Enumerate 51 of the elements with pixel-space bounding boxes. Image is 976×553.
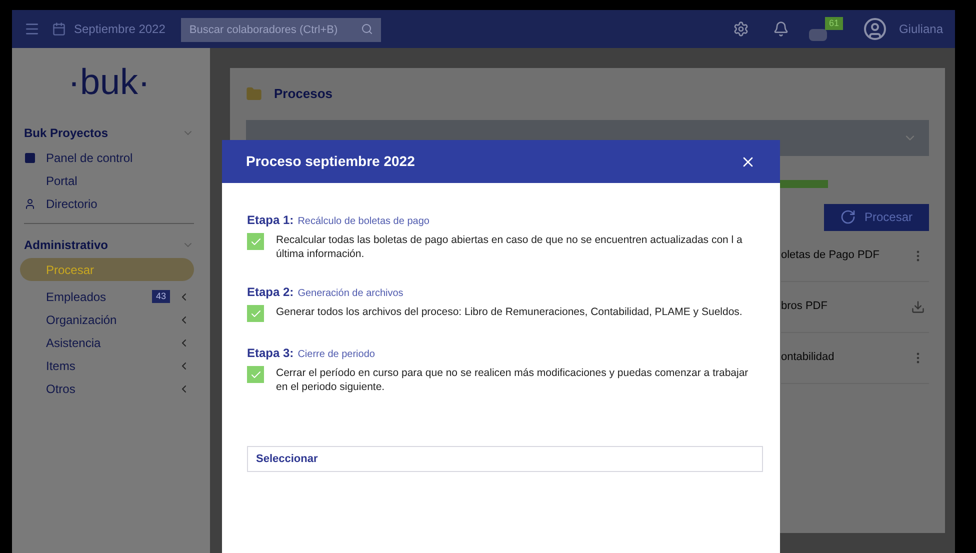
checkbox[interactable] bbox=[247, 366, 264, 383]
stage-label: Etapa 1: bbox=[247, 212, 294, 229]
check-icon bbox=[250, 368, 262, 380]
page-title: Procesos bbox=[274, 85, 333, 103]
period-label[interactable]: Septiembre 2022 bbox=[74, 20, 166, 38]
sidebar-item[interactable]: Asistencia bbox=[24, 331, 194, 354]
check-icon bbox=[250, 308, 262, 320]
stage-label: Etapa 3: bbox=[247, 345, 294, 362]
sidebar-item[interactable]: Otros bbox=[24, 377, 194, 400]
search-icon bbox=[361, 23, 374, 35]
sidebar-item[interactable]: Organización bbox=[24, 308, 194, 331]
checkbox[interactable] bbox=[247, 305, 264, 322]
file-row[interactable]: bros PDF bbox=[781, 282, 929, 332]
dashboard-icon bbox=[24, 152, 36, 164]
stage-description: Recalcular todas las boletas de pago abiertas en caso de que no se encuentren actualizadas con l a última información. bbox=[276, 233, 744, 261]
search-field[interactable]: Buscar colaboradores (Ctrl+B) bbox=[181, 18, 382, 42]
download-icon[interactable] bbox=[911, 300, 925, 314]
stage-label: Etapa 2: bbox=[247, 284, 294, 301]
logo: ·buk· bbox=[68, 64, 150, 100]
sidebar-item[interactable]: Empleados 43 bbox=[24, 285, 194, 308]
checkbox[interactable] bbox=[247, 233, 264, 250]
stage-name: Cierre de periodo bbox=[298, 348, 375, 362]
sidebar-item[interactable]: Directorio bbox=[24, 192, 194, 215]
notification-badge: 61 bbox=[824, 17, 843, 30]
stage-description: Generar todos los archivos del proceso: Libro de Remuneraciones, Contabilidad, PLAME y Sueldos. bbox=[276, 305, 744, 319]
check-icon bbox=[250, 236, 262, 248]
select-button[interactable]: Seleccionar bbox=[247, 446, 763, 472]
file-row[interactable]: ontabilidad bbox=[781, 332, 929, 384]
calendar-icon bbox=[52, 22, 66, 36]
sidebar-item[interactable]: Portal bbox=[24, 169, 194, 192]
person-icon bbox=[24, 198, 36, 210]
sidebar-item[interactable]: Procesar bbox=[20, 258, 194, 281]
avatar-icon[interactable] bbox=[862, 17, 887, 41]
process-button[interactable]: Procesar bbox=[824, 204, 929, 230]
app-icon[interactable] bbox=[808, 29, 827, 41]
user-name[interactable]: Giuliana bbox=[898, 20, 943, 38]
menu-icon[interactable] bbox=[24, 21, 40, 37]
sidebar-item[interactable]: Items bbox=[24, 354, 194, 377]
sidebar-item[interactable]: Panel de control bbox=[24, 146, 194, 169]
bell-icon[interactable] bbox=[772, 21, 789, 37]
settings-icon[interactable] bbox=[732, 21, 749, 37]
refresh-icon bbox=[840, 209, 856, 225]
file-row[interactable]: oletas de Pago PDF bbox=[781, 230, 929, 282]
folder-icon bbox=[246, 86, 262, 102]
count-badge: 43 bbox=[152, 290, 170, 304]
section-title[interactable]: Buk Proyectos bbox=[24, 124, 108, 142]
stage-name: Recálculo de boletas de pago bbox=[298, 215, 430, 229]
dialog-title: Proceso septiembre 2022 bbox=[246, 152, 415, 171]
stage-name: Generación de archivos bbox=[298, 287, 404, 301]
section-title[interactable]: Administrativo bbox=[24, 236, 108, 254]
stage-description: Cerrar el período en curso para que no se realicen más modificaciones y puedas comenzar a trabajar en el periodo siguiente. bbox=[276, 366, 750, 394]
